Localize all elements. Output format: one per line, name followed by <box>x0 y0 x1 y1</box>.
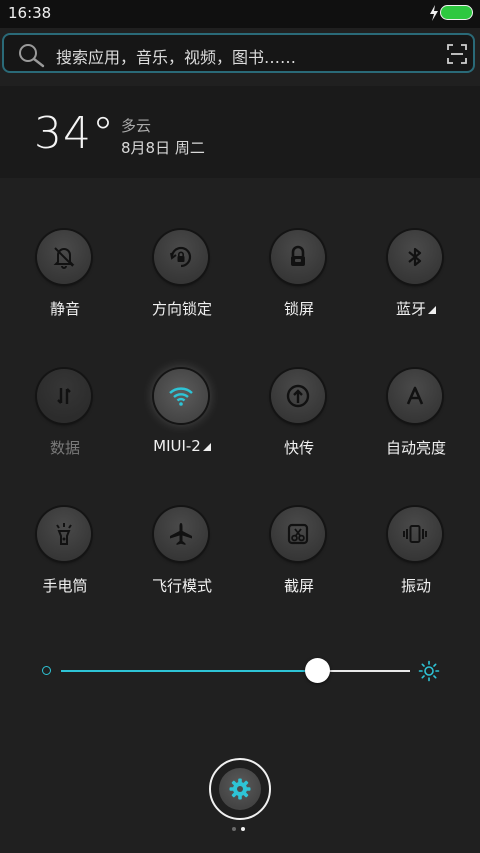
toggle-label: 数据 <box>49 439 80 457</box>
bluetooth-icon <box>408 247 422 267</box>
toggle-auto-brightness[interactable]: 自动亮度 <box>366 369 466 479</box>
brightness-low-icon <box>42 666 51 675</box>
toggle-label: MIUI-2 <box>132 437 232 455</box>
toggle-label: 截屏 <box>283 577 314 595</box>
toggle-lock-screen[interactable]: 锁屏 <box>249 230 349 340</box>
quick-transfer-icon <box>286 384 310 408</box>
toggle-screenshot-button[interactable] <box>271 507 325 561</box>
toggle-label: 快传 <box>283 439 314 457</box>
weather-date: 8月8日 周二 <box>121 139 205 157</box>
toggle-bluetooth-button[interactable] <box>388 230 442 284</box>
rotation-lock-icon <box>170 246 192 268</box>
toggle-flashlight[interactable]: 手电筒 <box>15 507 115 617</box>
toggle-label-text: 蓝牙 <box>395 300 426 318</box>
search-icon <box>19 44 45 68</box>
settings-button-inner[interactable] <box>219 768 261 810</box>
toggle-label: 手电筒 <box>42 577 88 595</box>
settings-button[interactable] <box>209 758 271 820</box>
toggle-vibrate-button[interactable] <box>388 507 442 561</box>
mobile-data-icon <box>57 388 71 404</box>
toggle-rotation-lock[interactable]: 方向锁定 <box>132 230 232 340</box>
brightness-track[interactable] <box>318 670 410 672</box>
toggle-mobile-data-button[interactable] <box>37 369 91 423</box>
toggle-wifi-button[interactable] <box>154 369 208 423</box>
airplane-icon <box>170 523 192 545</box>
lock-icon <box>291 245 305 266</box>
toggle-bluetooth[interactable]: 蓝牙 <box>366 230 466 340</box>
scan-icon[interactable] <box>447 44 467 64</box>
toggle-wifi[interactable]: MIUI-2 <box>132 369 232 479</box>
toggle-lock-screen-button[interactable] <box>271 230 325 284</box>
toggle-screenshot[interactable]: 截屏 <box>249 507 349 617</box>
status-bar: 16:38 <box>0 0 480 28</box>
toggle-quick-transfer-button[interactable] <box>271 369 325 423</box>
auto-brightness-icon <box>406 386 424 405</box>
weather-panel[interactable]: 34° 多云 8月8日 周二 <box>0 86 480 178</box>
toggle-silent-button[interactable] <box>37 230 91 284</box>
status-time: 16:38 <box>8 4 52 22</box>
charging-icon <box>430 5 438 21</box>
flashlight-icon <box>56 523 72 545</box>
more-indicator-icon <box>202 443 211 451</box>
toggle-mobile-data[interactable]: 数据 <box>15 369 115 479</box>
toggle-label: 方向锁定 <box>151 300 212 318</box>
toggle-label: 锁屏 <box>283 300 314 318</box>
bell-off-icon <box>53 247 75 269</box>
weather-condition: 多云 <box>121 117 152 135</box>
toggle-airplane-mode[interactable]: 飞行模式 <box>132 507 232 617</box>
toggle-vibrate[interactable]: 振动 <box>366 507 466 617</box>
toggle-label: 蓝牙 <box>366 298 466 319</box>
toggle-quick-transfer[interactable]: 快传 <box>249 369 349 479</box>
brightness-slider[interactable] <box>40 655 440 685</box>
brightness-track-fill[interactable] <box>61 670 318 672</box>
wifi-icon <box>169 387 193 406</box>
screenshot-icon <box>287 523 309 545</box>
toggle-flashlight-button[interactable] <box>37 507 91 561</box>
battery-icon <box>440 5 473 20</box>
toggle-auto-brightness-button[interactable] <box>388 369 442 423</box>
toggle-label: 自动亮度 <box>385 439 446 457</box>
brightness-thumb[interactable] <box>305 658 330 683</box>
brightness-high-icon <box>418 660 440 682</box>
page-dot-active <box>241 827 245 831</box>
toggle-label: 振动 <box>400 577 431 595</box>
search-input[interactable]: 搜索应用，音乐，视频，图书…… <box>56 44 296 68</box>
toggle-silent[interactable]: 静音 <box>15 230 115 340</box>
temperature: 34° <box>34 108 115 159</box>
search-bar[interactable]: 搜索应用，音乐，视频，图书…… <box>2 33 475 73</box>
toggle-airplane-mode-button[interactable] <box>154 507 208 561</box>
page-indicator <box>232 827 252 833</box>
gear-icon <box>229 778 251 800</box>
more-indicator-icon <box>428 306 436 314</box>
toggle-label-text: MIUI-2 <box>153 437 201 455</box>
toggle-label: 静音 <box>49 300 80 318</box>
vibrate-icon <box>403 525 427 543</box>
toggle-rotation-lock-button[interactable] <box>154 230 208 284</box>
page-dot <box>232 827 236 831</box>
toggle-label: 飞行模式 <box>151 577 212 595</box>
